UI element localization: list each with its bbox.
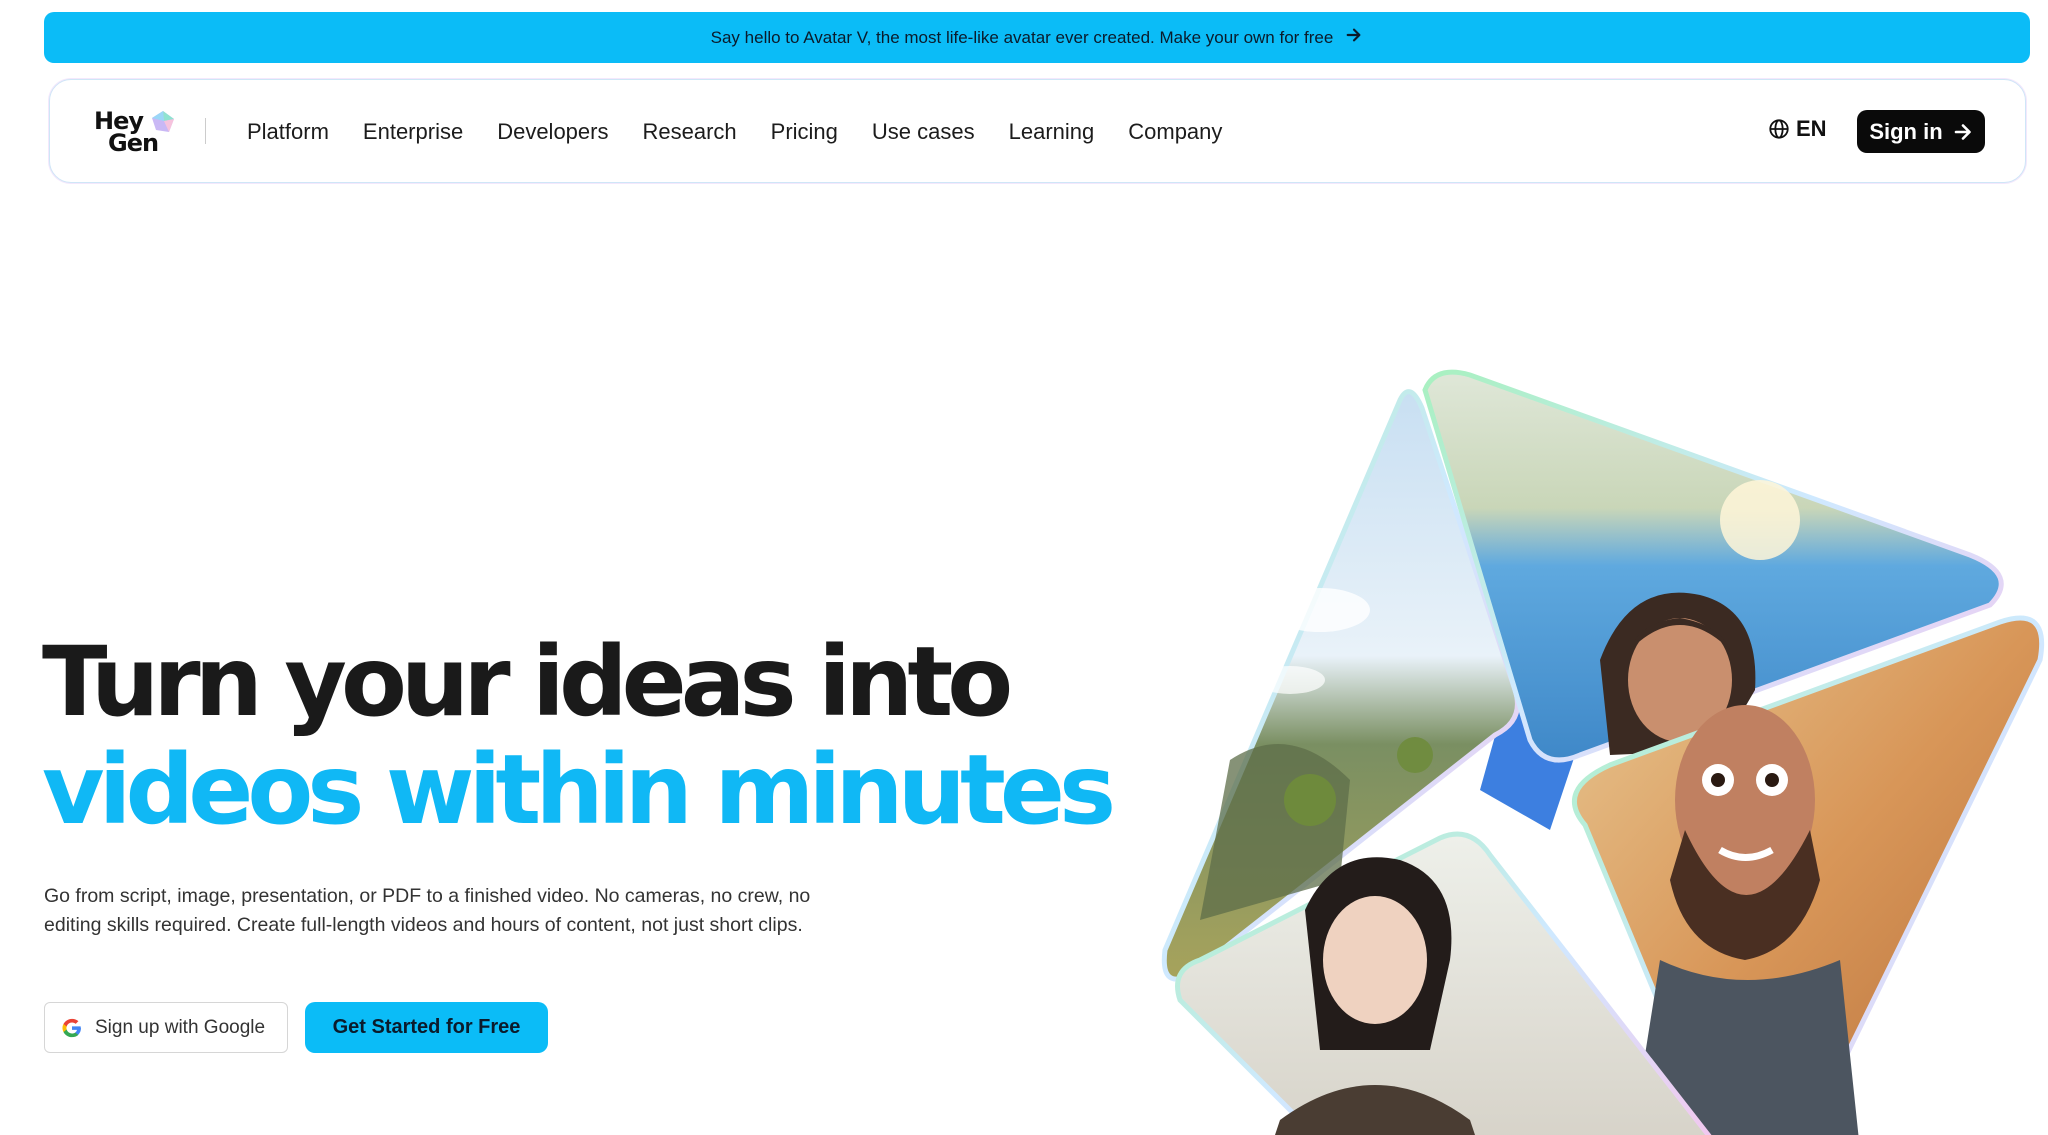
hero-headline: Turn your ideas into videos within minut… (42, 626, 1116, 846)
nav-divider (205, 118, 206, 144)
nav-link-learning[interactable]: Learning (1009, 119, 1095, 145)
get-started-button[interactable]: Get Started for Free (305, 1002, 548, 1053)
main-nav: Hey Gen Platform Enterprise Developers R… (49, 79, 2026, 183)
google-icon (62, 1018, 81, 1037)
nav-links: Platform Enterprise Developers Research … (247, 80, 1222, 184)
nav-link-enterprise[interactable]: Enterprise (363, 119, 463, 145)
sign-in-button[interactable]: Sign in (1857, 110, 1985, 153)
language-selector[interactable]: EN (1768, 116, 1827, 142)
nav-link-company[interactable]: Company (1128, 119, 1222, 145)
nav-link-use-cases[interactable]: Use cases (872, 119, 975, 145)
announcement-bar[interactable]: Say hello to Avatar V, the most life-lik… (44, 12, 2030, 63)
google-signup-button[interactable]: Sign up with Google (44, 1002, 288, 1053)
globe-icon (1769, 119, 1789, 139)
heygen-logo[interactable]: Hey Gen (94, 108, 184, 156)
hero-subtext: Go from script, image, presentation, or … (44, 885, 811, 936)
page: Say hello to Avatar V, the most life-lik… (0, 0, 2048, 1135)
logo-gem-icon (152, 111, 174, 132)
sign-in-label: Sign in (1869, 118, 1943, 144)
language-label: EN (1796, 116, 1827, 141)
get-started-label: Get Started for Free (332, 1016, 521, 1038)
hero-avatar-collage (1161, 369, 2045, 1135)
nav-link-platform[interactable]: Platform (247, 119, 329, 145)
headline-line-2: videos within minutes (42, 734, 1116, 846)
nav-link-research[interactable]: Research (642, 119, 736, 145)
arrow-right-icon (1954, 123, 1971, 140)
arrow-right-icon (1345, 26, 1363, 49)
headline-line-1: Turn your ideas into (42, 626, 1013, 738)
google-signup-label: Sign up with Google (95, 1016, 266, 1038)
nav-link-pricing[interactable]: Pricing (771, 119, 838, 145)
nav-link-developers[interactable]: Developers (497, 119, 608, 145)
announcement-text: Say hello to Avatar V, the most life-lik… (710, 27, 1334, 47)
